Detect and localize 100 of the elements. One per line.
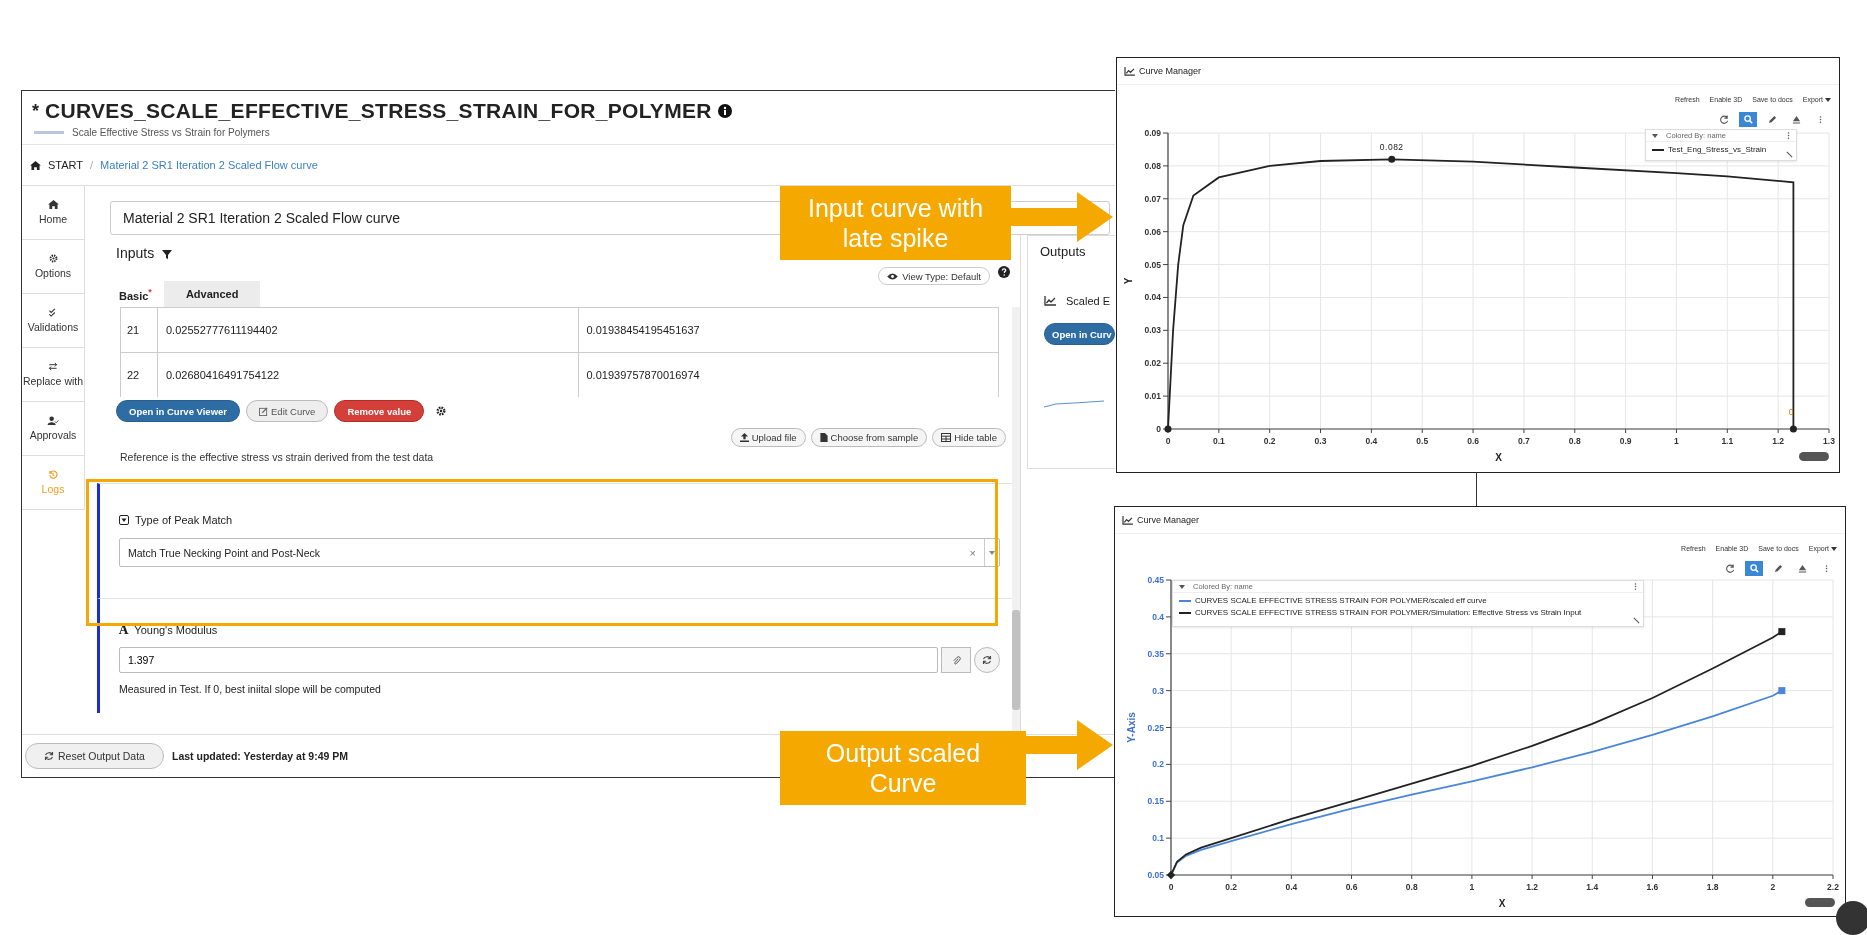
axis-tick-label: 1.4 — [1586, 882, 1599, 892]
view-type-button[interactable]: View Type: Default — [878, 267, 990, 285]
search-icon[interactable] — [1739, 112, 1757, 127]
file-button[interactable]: Hide table — [932, 428, 1006, 447]
edit-icon — [259, 406, 269, 416]
caret-icon — [1825, 97, 1831, 102]
axis-tick-label: 1 — [1469, 882, 1475, 892]
action-button[interactable]: Edit Curve — [246, 400, 329, 422]
refresh-icon — [982, 655, 992, 665]
help-text: Measured in Test. If 0, best iniital slope will be computed — [119, 683, 382, 697]
action-button[interactable]: Open in Curve Viewer — [116, 400, 241, 422]
tab[interactable]: Advanced — [163, 281, 261, 307]
input-field[interactable]: 1.397 — [119, 647, 938, 673]
kebab-icon[interactable] — [1787, 131, 1790, 140]
home-icon[interactable] — [30, 160, 41, 170]
chart-icon — [1122, 515, 1133, 525]
axis-tick-label: 1.2 — [1526, 882, 1538, 892]
help-icon[interactable] — [998, 266, 1010, 278]
last-updated-text: Last updated: Yesterday at 9:49 PM — [171, 750, 348, 762]
data-point — [1388, 155, 1396, 163]
axis-tick-label: 0.15 — [1147, 796, 1164, 807]
breadcrumb-link[interactable]: START — [48, 159, 84, 171]
dropdown-field[interactable]: Match True Necking Point and Post-Neck × — [119, 538, 1000, 567]
open-viewer-button[interactable]: Open in Curv — [1044, 323, 1115, 345]
caret-icon — [1831, 546, 1837, 551]
legend-label[interactable]: Test_Eng_Stress_vs_Strain — [1668, 145, 1767, 154]
scrollbar-thumb[interactable] — [1012, 610, 1020, 710]
axis-tick-label: 0.02 — [1144, 358, 1161, 369]
refresh-button[interactable] — [974, 647, 1000, 673]
gear-icon — [48, 254, 58, 263]
caret-icon — [989, 550, 995, 555]
info-icon[interactable] — [717, 104, 732, 118]
collapse-icon[interactable] — [119, 515, 129, 525]
data-point — [1778, 687, 1786, 695]
modified-marker: * — [32, 100, 39, 122]
home-icon — [47, 200, 59, 209]
axis-tick-label: 0.3 — [1152, 685, 1164, 696]
legend-label[interactable]: CURVES SCALE EFFECTIVE STRESS STRAIN FOR POLYMER/scaled eff curve — [1195, 596, 1487, 605]
axis-tick-label: 0.45 — [1147, 575, 1164, 585]
axis-tick-label: 0 — [1165, 436, 1171, 446]
axis-tick-label: 0 — [1168, 882, 1174, 892]
axis-tick-label: 0.05 — [1147, 870, 1164, 880]
resize-icon[interactable] — [1786, 151, 1793, 158]
data-point — [1164, 425, 1172, 433]
axis-tick-label: 1.3 — [1823, 436, 1835, 446]
axis-tick-label: 0.04 — [1144, 292, 1161, 303]
row-number: 21 — [121, 308, 158, 352]
status-pill — [1799, 452, 1829, 461]
file-button[interactable]: Upload file — [730, 428, 806, 447]
settings-icon[interactable] — [436, 406, 447, 416]
upload-icon — [739, 433, 749, 442]
output-name[interactable]: Scaled E — [1066, 295, 1111, 307]
axis-tick-label: 1 — [1674, 436, 1679, 446]
axis-tick-label: 2 — [1770, 882, 1776, 892]
filter-icon[interactable] — [162, 250, 173, 259]
axis-tick-label: 0.08 — [1144, 160, 1161, 171]
axis-tick-label: 0.25 — [1147, 722, 1164, 733]
axis-tick-label: 1.2 — [1772, 436, 1785, 446]
table-cell[interactable]: 0.02552777611194402 — [158, 308, 579, 352]
circle-marker — [1836, 901, 1867, 935]
resize-icon[interactable] — [1633, 617, 1640, 624]
eye-icon — [887, 272, 899, 280]
search-icon[interactable] — [1745, 561, 1763, 576]
axis-tick-label: 0.01 — [1144, 391, 1161, 402]
axis-tick-label: 2.2 — [1827, 882, 1839, 892]
caret-icon[interactable] — [1179, 584, 1185, 589]
table-cell[interactable]: 0.01939757870016974 — [578, 353, 998, 397]
breadcrumb-link[interactable]: Material 2 SR1 Iteration 2 Scaled Flow curve — [100, 159, 318, 171]
axis-tick-label: 0.2 — [1152, 759, 1164, 770]
reset-button[interactable]: Reset Output Data — [25, 743, 164, 769]
axis-tick-label: 1.8 — [1706, 882, 1719, 892]
user-check-icon — [47, 416, 59, 425]
window-title: Curve Manager — [1139, 66, 1202, 76]
status-pill — [1805, 898, 1835, 907]
axis-tick-label: 0.5 — [1416, 436, 1429, 446]
kebab-icon[interactable] — [1634, 582, 1637, 591]
logo-icon — [34, 131, 64, 134]
connector-line — [1476, 472, 1477, 506]
breadcrumb-separator: / — [90, 159, 94, 171]
chart-icon — [1044, 296, 1056, 306]
axis-tick-label: 0.2 — [1263, 436, 1276, 446]
table-cell[interactable]: 0.01938454195451637 — [578, 308, 998, 352]
file-button[interactable]: Choose from sample — [810, 428, 928, 447]
refresh-icon — [44, 751, 54, 761]
axis-tick-label: 0.9 — [1619, 436, 1632, 446]
axis-title: Y — [1123, 277, 1134, 285]
caret-icon[interactable] — [1652, 133, 1658, 138]
paperclip-icon — [951, 654, 961, 666]
callout-box: Output scaled Curve — [780, 731, 1026, 805]
axis-tick-label: 0.8 — [1405, 882, 1418, 892]
action-button[interactable]: Remove value — [334, 400, 425, 422]
data-label: 0 — [1788, 407, 1794, 418]
axis-tick-label: 0.6 — [1345, 882, 1358, 892]
axis-title: X — [1495, 452, 1502, 463]
legend-label[interactable]: CURVES SCALE EFFECTIVE STRESS STRAIN FOR POLYMER/Simulation: Effective Stress vs Strain Input — [1195, 608, 1582, 617]
clear-button[interactable]: × — [961, 546, 984, 559]
table-cell[interactable]: 0.02680416491754122 — [158, 353, 579, 397]
axis-tick-label: 0.3 — [1314, 436, 1327, 446]
axis-tick-label: 0.4 — [1152, 611, 1164, 622]
table-icon — [941, 433, 952, 442]
